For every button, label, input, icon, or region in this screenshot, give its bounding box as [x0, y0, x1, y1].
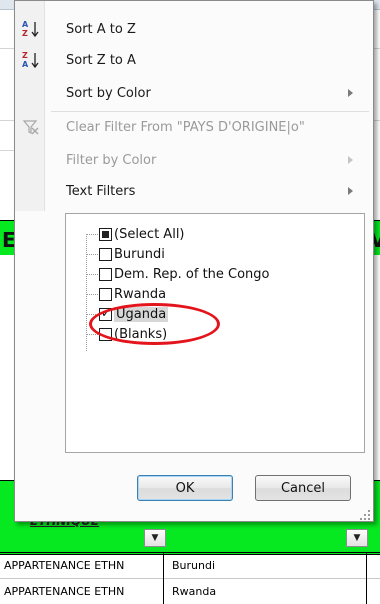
menu-separator: [51, 111, 369, 112]
menu-item-label: Sort by Color: [66, 85, 151, 101]
resize-grip-icon[interactable]: [359, 509, 371, 521]
submenu-arrow-icon: [348, 187, 353, 195]
submenu-arrow-icon: [348, 156, 353, 164]
cell-border: [366, 579, 367, 604]
menu-item-filter-by-color[interactable]: Filter by Color: [15, 146, 373, 174]
menu-item-label: Clear Filter From "PAYS D'ORIGINE|o": [66, 119, 305, 135]
menu-item-label: Sort A to Z: [66, 21, 136, 37]
tree-line: [86, 274, 98, 275]
red-highlight-circle: [89, 303, 220, 345]
grid-line: [0, 120, 14, 121]
menu-item-label: Text Filters: [66, 183, 136, 199]
menu-item-sort-z-to-a[interactable]: Z A Sort Z to A: [15, 46, 373, 74]
list-item-label: Rwanda: [114, 286, 167, 302]
menu-item-clear-filter[interactable]: Clear Filter From "PAYS D'ORIGINE|o": [15, 113, 373, 141]
svg-text:A: A: [22, 20, 29, 29]
checkbox[interactable]: [99, 287, 112, 301]
table-row: APPARTENANCE ETHN Burundi: [0, 553, 380, 579]
tree-line: [86, 234, 98, 235]
list-item-dem-rep-congo[interactable]: Dem. Rep. of the Congo: [99, 264, 270, 284]
menu-item-label: Filter by Color: [66, 152, 157, 168]
tree-line: [86, 254, 98, 255]
tree-line: [86, 294, 98, 295]
table-cell[interactable]: APPARTENANCE ETHN: [0, 579, 164, 604]
filter-dropdown-button[interactable]: ▼: [144, 529, 166, 547]
menu-item-label: Sort Z to A: [66, 52, 136, 68]
table-row: APPARTENANCE ETHN Rwanda: [0, 579, 380, 604]
table-cell[interactable]: Rwanda: [172, 579, 216, 604]
svg-text:Z: Z: [22, 29, 28, 38]
list-item-label: Dem. Rep. of the Congo: [114, 266, 270, 282]
filter-dropdown-button[interactable]: ▼: [346, 529, 368, 547]
menu-item-sort-a-to-z[interactable]: A Z Sort A to Z: [15, 15, 373, 43]
list-item-label: Burundi: [114, 246, 165, 262]
table-cell[interactable]: Burundi: [172, 553, 215, 579]
autofilter-dropdown: A Z Sort A to Z Z A Sort Z to A Sort by …: [14, 0, 374, 522]
list-item-label: (Select All): [114, 226, 185, 242]
menu-item-sort-by-color[interactable]: Sort by Color: [15, 79, 373, 107]
submenu-arrow-icon: [348, 89, 353, 97]
sort-ascending-icon: A Z: [21, 19, 41, 39]
list-item-select-all[interactable]: (Select All): [99, 224, 185, 244]
chevron-down-icon: ▼: [353, 533, 361, 543]
cell-border: [366, 553, 367, 579]
checkbox[interactable]: [99, 267, 112, 281]
svg-text:Z: Z: [22, 51, 28, 60]
data-table: APPARTENANCE ETHN Burundi APPARTENANCE E…: [0, 552, 380, 604]
grid-line: [0, 150, 14, 151]
sort-descending-icon: Z A: [21, 50, 41, 70]
clear-filter-icon: [21, 117, 41, 137]
grid-line: [0, 48, 14, 49]
ok-button[interactable]: OK: [137, 475, 233, 501]
svg-text:A: A: [22, 60, 29, 69]
checkbox[interactable]: [99, 227, 112, 241]
cancel-button[interactable]: Cancel: [255, 475, 351, 501]
menu-item-text-filters[interactable]: Text Filters: [15, 177, 373, 205]
checkbox[interactable]: [99, 247, 112, 261]
filter-value-list[interactable]: (Select All) Burundi Dem. Rep. of the Co…: [65, 213, 365, 453]
list-item-burundi[interactable]: Burundi: [99, 244, 165, 264]
chevron-down-icon: ▼: [151, 533, 159, 543]
list-item-rwanda[interactable]: Rwanda: [99, 284, 166, 304]
table-cell[interactable]: APPARTENANCE ETHN: [0, 553, 164, 579]
